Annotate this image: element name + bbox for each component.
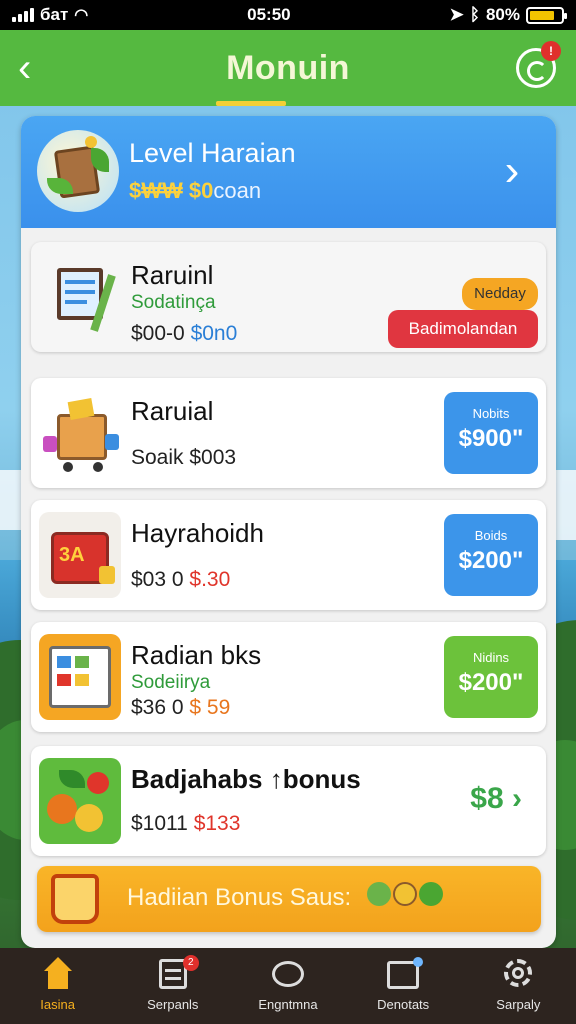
location-icon: ➤ <box>449 5 464 24</box>
status-right: ➤ ᛒ 80% <box>449 5 567 25</box>
book-icon <box>37 130 119 212</box>
price-primary: Soaik <box>131 446 184 469</box>
status-bar: бат ◠ 05:50 ➤ ᛒ 80% <box>0 0 576 30</box>
tab-engagement[interactable]: Engntmna <box>240 951 336 1021</box>
gear-icon <box>500 957 536 991</box>
battery-percent: 80% <box>485 5 520 24</box>
price-button[interactable]: Nobits $900" <box>444 392 538 474</box>
price-secondary: $ 59 <box>189 696 231 719</box>
chart-icon <box>385 957 424 991</box>
price-secondary: $133 <box>193 812 241 835</box>
status-badge: Nedday <box>462 278 538 310</box>
item-title: Radian bks <box>131 640 262 670</box>
cart-icon <box>39 390 121 476</box>
page-title: Monuin <box>226 48 350 87</box>
level-title: Level Haraian <box>129 138 296 168</box>
list-item[interactable]: Raruial Soaik $003 Nobits $900" <box>31 378 546 488</box>
price-primary: $1011 <box>131 812 188 835</box>
price-button-value: $200" <box>458 669 524 696</box>
price-button[interactable]: Nidins $200" <box>444 636 538 718</box>
price-primary: $03 0 <box>131 568 184 591</box>
tab-label: Iasina <box>40 997 75 1012</box>
title-underline <box>216 101 286 106</box>
bluetooth-icon: ᛒ <box>469 5 480 24</box>
level-card[interactable]: Level Haraian $₩₩ $0coan › <box>21 116 556 228</box>
list-item[interactable]: 3A Hayrahoidh $03 0 $.30 Boids $200" <box>31 500 546 610</box>
price-button[interactable]: Boids $200" <box>444 514 538 596</box>
price-primary: $36 0 <box>131 696 184 719</box>
main-panel: Level Haraian $₩₩ $0coan › Raruinl Sodat… <box>21 116 556 948</box>
item-title: Raruinl <box>131 260 214 290</box>
level-coins: $₩₩ $0 <box>129 178 214 203</box>
item-title: Raruial <box>131 396 214 426</box>
battery-icon <box>526 6 567 24</box>
tab-label: Denotats <box>377 997 430 1012</box>
price-button-caption: Nobits <box>472 406 510 421</box>
item-title: Badjahabs ↑bonus <box>131 764 361 794</box>
level-subtitle-rest: coan <box>213 178 262 203</box>
bottom-tab-bar: Iasina 2 Serpanls Engntmna Denotats Sarp… <box>0 948 576 1024</box>
suitcase-icon: 3A <box>39 512 121 598</box>
item-subtitle: Sodatinça <box>131 292 216 313</box>
bonus-price-button[interactable]: $8 › <box>470 782 522 816</box>
price-secondary: $0n0 <box>190 322 238 345</box>
price-button-value: $200" <box>458 547 524 574</box>
leaf-icon <box>367 882 391 906</box>
level-subtitle: $₩₩ $0coan <box>129 178 261 204</box>
price-button-value: $900" <box>458 425 524 452</box>
chevron-right-icon[interactable]: › <box>492 146 532 196</box>
basket-icon <box>51 874 99 924</box>
leaf-icon <box>419 882 443 906</box>
home-icon <box>40 957 76 991</box>
price-secondary: $.30 <box>189 568 231 591</box>
notification-badge: ! <box>541 41 561 61</box>
action-button[interactable]: Badimolandan <box>388 310 538 348</box>
tab-label: Serpanls <box>147 997 199 1012</box>
tab-badge: 2 <box>182 955 199 971</box>
bonus-banner[interactable]: Hadiian Bonus Saus: <box>37 866 541 932</box>
notification-button[interactable]: ! <box>516 41 561 88</box>
item-price: Soaik $003 <box>131 446 236 470</box>
item-price: $1011 $133 <box>131 812 240 836</box>
tab-services[interactable]: 2 Serpanls <box>125 951 221 1021</box>
item-price: $00-0 $0n0 <box>131 322 237 346</box>
tab-settings[interactable]: Sarpaly <box>470 951 566 1021</box>
carrier-label: бат <box>40 5 69 24</box>
tab-donations[interactable]: Denotats <box>355 951 451 1021</box>
chat-icon <box>270 957 306 991</box>
signal-icon <box>12 8 34 22</box>
price-button-caption: Boids <box>474 528 508 543</box>
bonus-icons <box>367 882 443 906</box>
easel-icon <box>39 254 121 340</box>
price-primary: $00-0 <box>131 322 185 345</box>
coin-icon <box>393 882 417 906</box>
thumb-label: 3A <box>59 544 85 566</box>
item-subtitle: Sodeiirya <box>131 672 211 693</box>
clock: 05:50 <box>247 5 291 24</box>
list-item[interactable]: Badjahabs ↑bonus $1011 $133 $8 › <box>31 746 546 856</box>
bonus-text: Hadiian Bonus Saus: <box>127 884 352 911</box>
tab-label: Engntmna <box>258 997 318 1012</box>
back-button[interactable]: ‹ <box>18 46 58 90</box>
calendar-icon <box>39 634 121 720</box>
item-price: $36 0 $ 59 <box>131 696 230 720</box>
tab-home[interactable]: Iasina <box>10 951 106 1021</box>
wifi-icon: ◠ <box>74 7 89 24</box>
status-left: бат ◠ <box>12 5 88 25</box>
price-button-caption: Nidins <box>472 650 510 665</box>
fruit-basket-icon <box>39 758 121 844</box>
price-secondary: $003 <box>189 446 237 469</box>
item-title: Hayrahoidh <box>131 518 264 548</box>
app-header: ‹ Monuin ! <box>0 30 576 106</box>
list-item[interactable]: Radian bks Sodeiirya $36 0 $ 59 Nidins $… <box>31 622 546 732</box>
item-price: $03 0 $.30 <box>131 568 230 592</box>
list-item[interactable]: Raruinl Sodatinça $00-0 $0n0 Nedday Badi… <box>31 242 546 352</box>
tab-label: Sarpaly <box>496 997 541 1012</box>
